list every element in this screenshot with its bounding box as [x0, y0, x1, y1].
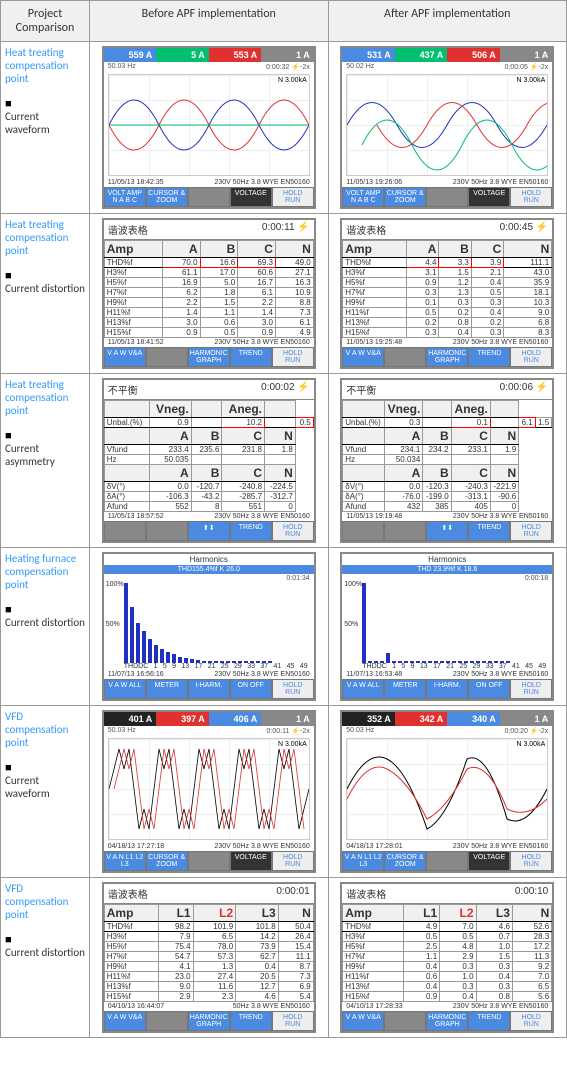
scope-panel: 401 A 397 A 406 A 1 A 50.03 Hz0:00:11 ⚡-…	[102, 710, 316, 873]
table-row: VFD compensation point Current distortio…	[1, 878, 567, 1038]
table-row: Heating furnace compensation point Curre…	[1, 548, 567, 706]
up-down-icon[interactable]: ⬆⬇	[188, 521, 230, 541]
harmonic-panel: 谐波表格0:00:11 ⚡ AmpABCNTHD%f70.016.669.349…	[102, 218, 316, 369]
harmonic-table: AmpABCNTHD%f4.43.33.9111.1H3%f3.11.52.14…	[342, 240, 552, 338]
config: 230V 50Hz 3.8 WYE EN50160	[214, 179, 309, 186]
freq: 50.03 Hz	[108, 63, 136, 71]
voltage-button[interactable]: VOLTAGE	[230, 187, 272, 207]
seg-b: 5 A	[156, 48, 209, 62]
spectrum-panel: Harmonics THD155.4%f K 26.0 0:01:34 100%…	[102, 552, 316, 701]
unbalance-panel: 不平衡0:00:02 ⚡ Vneg.Aneg.Unbal.(%)0.910.20…	[102, 378, 316, 543]
row1-head: Heat treating compensation point Current…	[1, 42, 90, 214]
seg-c: 553 A	[209, 48, 262, 62]
table-row: Heat treating compensation point Current…	[1, 374, 567, 548]
r1-item: Current waveform	[5, 110, 85, 136]
table-row: VFD compensation point Current waveform …	[1, 706, 567, 878]
bar-chart: 100%50%	[342, 583, 552, 663]
col-header-after: After APF implementation	[328, 1, 567, 42]
harmonic-table: AmpL1L2L3NTHD%f98.2101.9101.850.4H3%f7.9…	[104, 904, 314, 1002]
volt-amp-button[interactable]: VOLT AMP N A B C	[104, 187, 146, 207]
scope-panel: 559 A 5 A 553 A 1 A 50.03 Hz 0:00:32 ⚡-2x…	[102, 46, 316, 209]
harmonic-table: AmpABCNTHD%f70.016.669.349.0H3%f61.117.0…	[104, 240, 314, 338]
harmonic-panel: 谐波表格0:00:10 AmpL1L2L3NTHD%f4.97.04.652.6…	[340, 882, 554, 1033]
spectrum-panel: Harmonics THD 23.9%f K 18.6 0:00:18 100%…	[340, 552, 554, 701]
col-header-project: Project Comparison	[1, 1, 90, 42]
elapsed: 0:00:32 ⚡-2x	[266, 63, 310, 71]
scope-panel: 531 A 437 A 506 A 1 A 50.02 Hz0:00:05 ⚡-…	[340, 46, 554, 209]
table-row: Heat treating compensation point Current…	[1, 42, 567, 214]
harmonic-panel: 谐波表格0:00:01 AmpL1L2L3NTHD%f98.2101.9101.…	[102, 882, 316, 1033]
spacer	[188, 187, 230, 207]
bar-chart: 100%50%	[104, 583, 314, 663]
seg-n: 1 A	[261, 48, 314, 62]
cursor-zoom-button[interactable]: CURSOR & ZOOM	[146, 187, 188, 207]
harmonic-table: AmpL1L2L3NTHD%f4.97.04.652.6H3%f0.50.50.…	[342, 904, 552, 1002]
scope-panel: 352 A 342 A 340 A 1 A 50.03 Hz0:00:20 ⚡-…	[340, 710, 554, 873]
waveform-plot: N 3.00kA	[346, 74, 548, 176]
scale-label: N 3.00kA	[278, 77, 307, 84]
hold-run-button[interactable]: HOLDRUN	[272, 187, 314, 207]
harmonic-panel: 谐波表格0:00:45 ⚡ AmpABCNTHD%f4.43.33.9111.1…	[340, 218, 554, 369]
unbalance-panel: 不平衡0:00:06 ⚡ Vneg.Aneg.Unbal.(%)0.30.16.…	[340, 378, 554, 543]
comparison-table: Project Comparison Before APF implementa…	[0, 0, 567, 1038]
table-row: Heat treating compensation point Current…	[1, 214, 567, 374]
col-header-before: Before APF implementation	[90, 1, 329, 42]
waveform-plot: N 3.00kA	[108, 74, 310, 176]
heat-treating-link[interactable]: Heat treating compensation point	[5, 46, 68, 85]
seg-a: 559 A	[104, 48, 157, 62]
timestamp: 11/05/13 18:42:35	[108, 179, 164, 186]
